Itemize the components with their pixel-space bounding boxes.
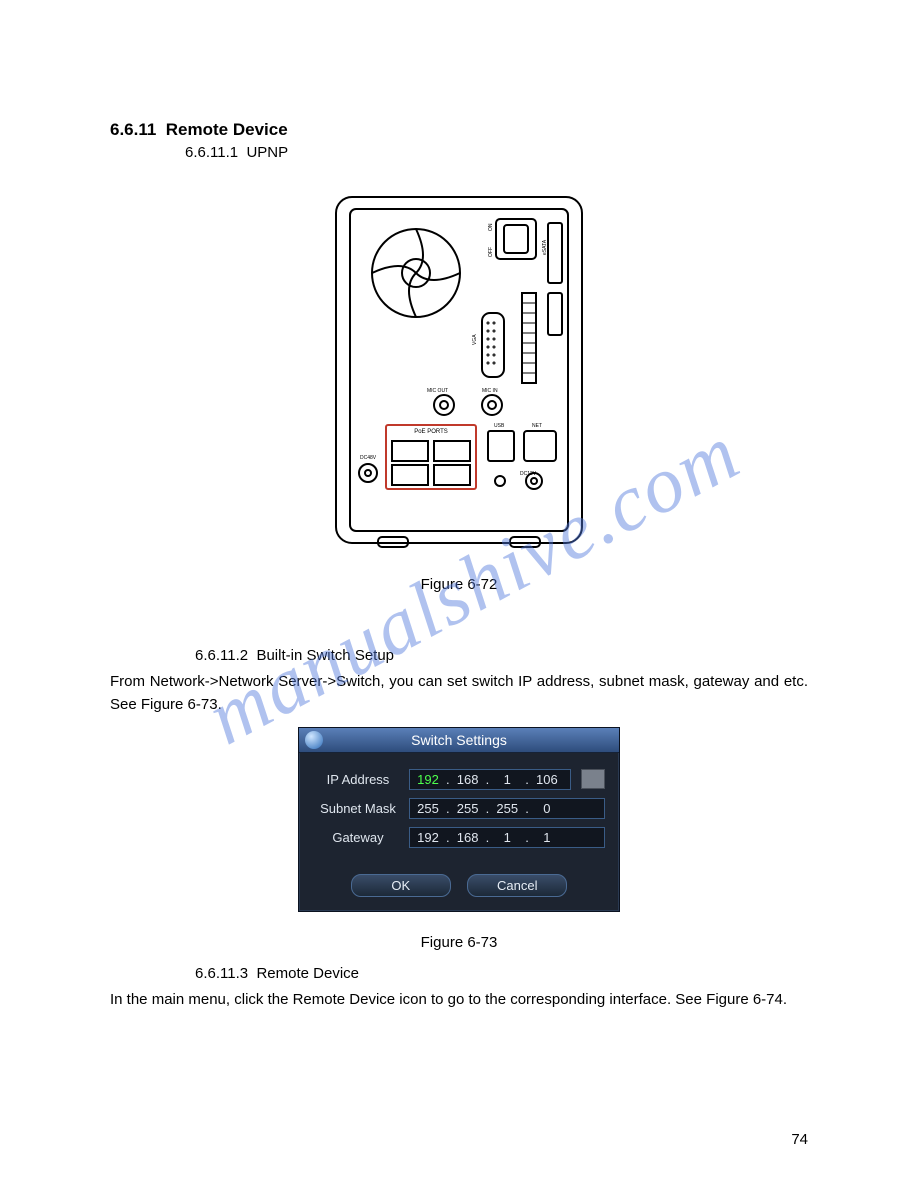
ok-button[interactable]: OK (351, 874, 451, 897)
mask-seg-3[interactable]: 255 (493, 801, 521, 816)
globe-icon (305, 731, 323, 749)
label-mask: Subnet Mask (313, 801, 403, 816)
subsection-2-heading: 6.6.11.2 Built-in Switch Setup (195, 647, 808, 664)
label-ip: IP Address (313, 772, 403, 787)
label-net: NET (532, 423, 542, 429)
device-illustration: PoE PORTS MIC OUT MIC IN USB NET DC48V D… (324, 189, 594, 559)
row-mask: Subnet Mask 255. 255. 255. 0 (313, 798, 605, 819)
dialog-title-bar: Switch Settings (299, 728, 619, 753)
paragraph-1: From Network->Network Server->Switch, yo… (110, 670, 808, 717)
mask-seg-2[interactable]: 255 (454, 801, 482, 816)
label-dc48: DC48V (360, 455, 377, 461)
label-dc12: DC12V (520, 471, 537, 477)
subsection-2-title: Built-in Switch Setup (256, 647, 394, 664)
dialog-title: Switch Settings (411, 732, 507, 748)
keyboard-icon[interactable] (581, 769, 605, 789)
cancel-button[interactable]: Cancel (467, 874, 567, 897)
label-mic-in: MIC IN (482, 388, 498, 394)
gw-seg-1[interactable]: 192 (414, 830, 442, 845)
label-esata: eSATA (542, 239, 548, 255)
dialog-body: IP Address 192. 168. 1. 106 Subnet Mask … (299, 753, 619, 864)
label-off: OFF (488, 247, 494, 257)
figure-6-73: Switch Settings IP Address 192. 168. 1. … (110, 727, 808, 951)
section-title: Remote Device (166, 120, 288, 139)
ip-seg-3[interactable]: 1 (493, 772, 521, 787)
subsection-title: UPNP (246, 144, 288, 161)
label-poe: PoE PORTS (414, 429, 448, 435)
subsection-3-heading: 6.6.11.3 Remote Device (195, 965, 808, 982)
figure-caption-1: Figure 6-72 (110, 576, 808, 593)
subsection-2-number: 6.6.11.2 (195, 647, 248, 664)
label-mic-out: MIC OUT (427, 388, 448, 394)
gateway-input[interactable]: 192. 168. 1. 1 (409, 827, 605, 848)
ip-seg-1[interactable]: 192 (414, 772, 442, 787)
ip-seg-2[interactable]: 168 (454, 772, 482, 787)
subsection-3-number: 6.6.11.3 (195, 965, 248, 982)
section-number: 6.6.11 (110, 120, 156, 139)
figure-6-72: PoE PORTS MIC OUT MIC IN USB NET DC48V D… (110, 189, 808, 593)
ip-seg-4[interactable]: 106 (533, 772, 561, 787)
page: manualshive.com 6.6.11 Remote Device 6.6… (0, 0, 918, 1188)
section-heading: 6.6.11 Remote Device 6.6.11.1 UPNP (110, 120, 808, 161)
dialog-actions: OK Cancel (299, 864, 619, 911)
mask-seg-4[interactable]: 0 (533, 801, 561, 816)
paragraph-2: In the main menu, click the Remote Devic… (110, 988, 808, 1011)
row-ip: IP Address 192. 168. 1. 106 (313, 769, 605, 790)
label-gateway: Gateway (313, 830, 403, 845)
subnet-mask-input[interactable]: 255. 255. 255. 0 (409, 798, 605, 819)
label-on: ON (488, 223, 494, 231)
device-svg: PoE PORTS MIC OUT MIC IN USB NET DC48V D… (324, 189, 594, 559)
switch-settings-dialog: Switch Settings IP Address 192. 168. 1. … (298, 727, 620, 912)
figure-caption-2: Figure 6-73 (110, 934, 808, 951)
row-gateway: Gateway 192. 168. 1. 1 (313, 827, 605, 848)
page-number: 74 (791, 1131, 808, 1148)
mask-seg-1[interactable]: 255 (414, 801, 442, 816)
subsection-number: 6.6.11.1 (185, 144, 238, 161)
ip-address-input[interactable]: 192. 168. 1. 106 (409, 769, 571, 790)
gw-seg-4[interactable]: 1 (533, 830, 561, 845)
gw-seg-3[interactable]: 1 (493, 830, 521, 845)
label-usb: USB (494, 423, 505, 429)
label-vga: VGA (472, 334, 478, 345)
gw-seg-2[interactable]: 168 (454, 830, 482, 845)
subsection-3-title: Remote Device (256, 965, 359, 982)
